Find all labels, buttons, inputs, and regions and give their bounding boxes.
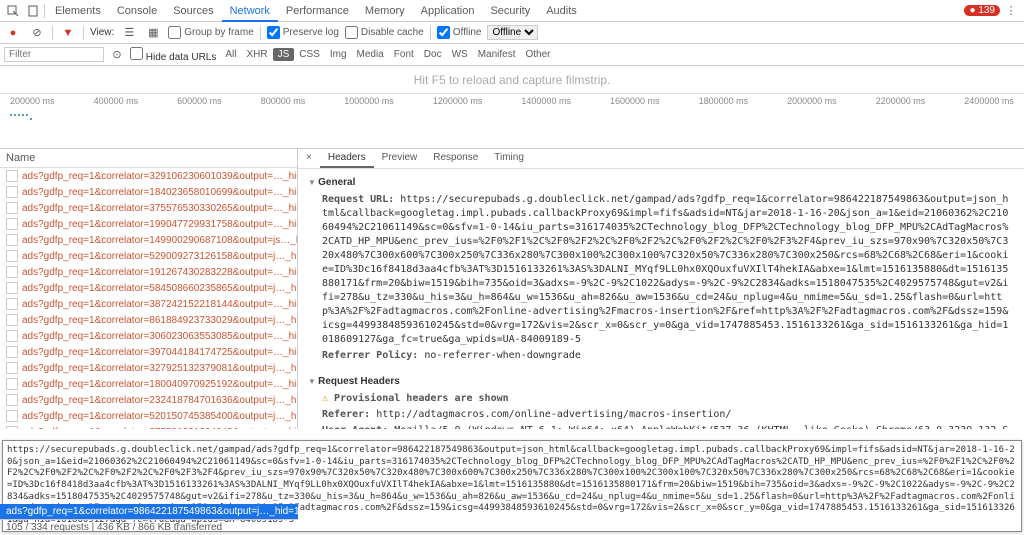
type-filter-all[interactable]: All [220, 48, 241, 61]
type-filter-css[interactable]: CSS [294, 48, 325, 61]
status-bar: 105 / 334 requests | 436 KB / 866 KB tra… [0, 519, 298, 535]
request-row[interactable]: ads?gdfp_req=1&correlator=23241878470163… [0, 392, 297, 408]
clear-icon[interactable]: ⊘ [28, 24, 46, 42]
throttle-select[interactable]: Offline [487, 25, 538, 40]
request-row[interactable]: ads?gdfp_req=1&correlator=32910623060103… [0, 168, 297, 184]
request-list: Name ads?gdfp_req=1&correlator=329106230… [0, 149, 298, 429]
provisional-warning: ⚠ Provisional headers are shown [308, 391, 1014, 407]
request-details: ×HeadersPreviewResponseTiming General Re… [298, 149, 1024, 429]
timeline-tick: 2000000 ms [787, 96, 837, 106]
user-agent-value: Mozilla/5.0 (Windows NT 6.1; Win64; x64)… [322, 425, 1008, 429]
request-row[interactable]: ads?gdfp_req=1&correlator=52900927312615… [0, 248, 297, 264]
hide-data-urls[interactable]: Hide data URLs [130, 47, 216, 63]
timeline-tick: 1600000 ms [610, 96, 660, 106]
tab-audits[interactable]: Audits [538, 2, 585, 20]
request-row[interactable]: ads?gdfp_req=1&correlator=18004097092519… [0, 376, 297, 392]
request-row[interactable]: ads?gdfp_req=1&correlator=38724215221814… [0, 296, 297, 312]
timeline-tick: 1200000 ms [433, 96, 483, 106]
type-filter-manifest[interactable]: Manifest [473, 48, 521, 61]
timeline-tick: 200000 ms [10, 96, 55, 106]
tab-performance[interactable]: Performance [278, 2, 357, 20]
filmstrip-hint: Hit F5 to reload and capture filmstrip. [0, 66, 1024, 94]
timeline-tick: 1800000 ms [699, 96, 749, 106]
timeline-tick: 400000 ms [94, 96, 139, 106]
detail-tab-timing[interactable]: Timing [486, 149, 532, 168]
network-toolbar: ● ⊘ ▼ View: ☰ ▦ Group by frame Preserve … [0, 22, 1024, 44]
tab-elements[interactable]: Elements [47, 2, 109, 20]
devtools-tabs: ElementsConsoleSourcesNetworkPerformance… [0, 0, 1024, 22]
disable-cache[interactable]: Disable cache [345, 26, 424, 39]
settings-icon[interactable]: ⋮ [1002, 2, 1020, 20]
request-row[interactable]: ads?gdfp_req=1&correlator=39704418417472… [0, 344, 297, 360]
referer-value: http://adtagmacros.com/online-advertisin… [376, 409, 731, 420]
filter-input[interactable] [4, 47, 104, 62]
request-row[interactable]: ads?gdfp_req=1&correlator=86188492373302… [0, 312, 297, 328]
timeline-tick: 2200000 ms [876, 96, 926, 106]
general-section[interactable]: General [308, 173, 1014, 192]
tab-network[interactable]: Network [222, 2, 278, 22]
timeline-tick: 600000 ms [177, 96, 222, 106]
request-row[interactable]: ads?gdfp_req=1&correlator=14990029068710… [0, 232, 297, 248]
view-label: View: [90, 27, 114, 38]
filter-search-icon[interactable]: ⊙ [108, 46, 126, 64]
selected-request-row[interactable]: ads?gdfp_req=1&correlator=98642218754986… [0, 504, 298, 519]
view-list-icon[interactable]: ☰ [120, 24, 138, 42]
type-filter-other[interactable]: Other [521, 48, 556, 61]
view-frame-icon[interactable]: ▦ [144, 24, 162, 42]
preserve-log[interactable]: Preserve log [267, 26, 339, 39]
filter-bar: ⊙ Hide data URLs AllXHRJSCSSImgMediaFont… [0, 44, 1024, 66]
close-details-icon[interactable]: × [298, 149, 320, 168]
type-filter-img[interactable]: Img [325, 48, 352, 61]
name-column-header[interactable]: Name [0, 149, 297, 168]
request-row[interactable]: ads?gdfp_req=1&correlator=52015074538540… [0, 408, 297, 424]
error-badge[interactable]: ● 139 [964, 5, 1000, 16]
request-row[interactable]: ads?gdfp_req=1&correlator=37557653033026… [0, 200, 297, 216]
request-url-value: https://securepubads.g.doubleclick.net/g… [322, 194, 1008, 345]
tab-memory[interactable]: Memory [357, 2, 413, 20]
tab-sources[interactable]: Sources [165, 2, 221, 20]
detail-tab-headers[interactable]: Headers [320, 149, 374, 168]
type-filter-font[interactable]: Font [389, 48, 419, 61]
timeline-overview[interactable]: 200000 ms 400000 ms 600000 ms 800000 ms 1000… [0, 94, 1024, 149]
timeline-tick: 1400000 ms [521, 96, 571, 106]
type-filter-ws[interactable]: WS [447, 48, 473, 61]
timeline-tick: 2400000 ms [964, 96, 1014, 106]
filter-icon[interactable]: ▼ [59, 24, 77, 42]
detail-tab-preview[interactable]: Preview [374, 149, 426, 168]
request-row[interactable]: ads?gdfp_req=1&correlator=19904772993175… [0, 216, 297, 232]
timeline-tick: 1000000 ms [344, 96, 394, 106]
referrer-policy-value: no-referrer-when-downgrade [424, 350, 581, 361]
device-icon[interactable] [24, 2, 42, 20]
inspect-icon[interactable] [4, 2, 22, 20]
request-row[interactable]: ads?gdfp_req=1&correlator=19126743028322… [0, 264, 297, 280]
detail-tab-response[interactable]: Response [425, 149, 486, 168]
type-filter-media[interactable]: Media [352, 48, 389, 61]
tab-application[interactable]: Application [413, 2, 483, 20]
type-filter-js[interactable]: JS [273, 48, 295, 61]
timeline-tick: 800000 ms [261, 96, 306, 106]
request-row[interactable]: ads?gdfp_req=1&correlator=27758123133494… [0, 424, 297, 429]
tab-console[interactable]: Console [109, 2, 165, 20]
offline[interactable]: Offline [437, 26, 482, 39]
type-filter-doc[interactable]: Doc [419, 48, 447, 61]
request-row[interactable]: ads?gdfp_req=1&correlator=58450866023586… [0, 280, 297, 296]
request-row[interactable]: ads?gdfp_req=1&correlator=32792513237908… [0, 360, 297, 376]
record-icon[interactable]: ● [4, 24, 22, 42]
group-by-frame[interactable]: Group by frame [168, 26, 253, 39]
request-row[interactable]: ads?gdfp_req=1&correlator=30602306355308… [0, 328, 297, 344]
type-filter-xhr[interactable]: XHR [242, 48, 273, 61]
tab-security[interactable]: Security [482, 2, 538, 20]
request-row[interactable]: ads?gdfp_req=1&correlator=18402365801069… [0, 184, 297, 200]
request-headers-section[interactable]: Request Headers [308, 372, 1014, 391]
